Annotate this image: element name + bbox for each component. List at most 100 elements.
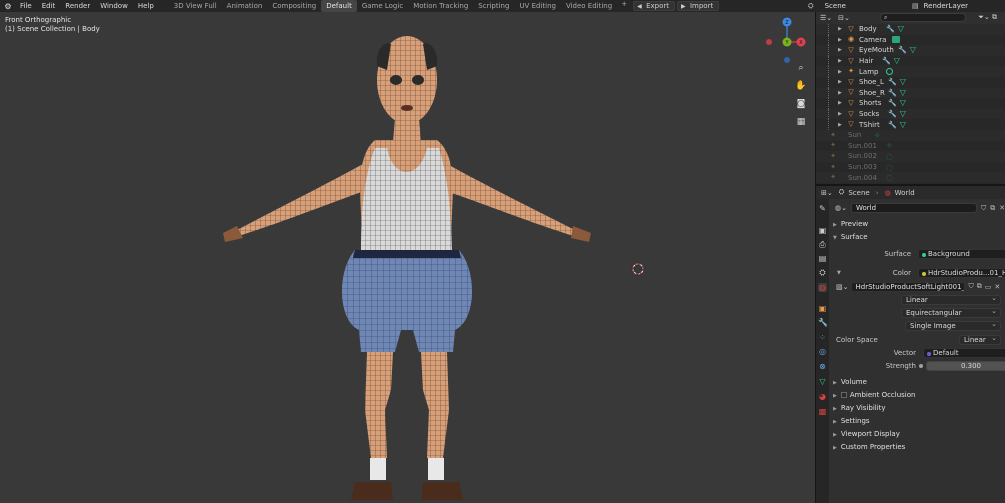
expand-arrow-icon[interactable]: ▶: [838, 100, 842, 106]
panel-ambient-occlusion[interactable]: ▶ Ambient Occlusion: [833, 390, 915, 401]
editor-type-icon[interactable]: ☰⌄: [820, 14, 832, 22]
tab-compositing[interactable]: Compositing: [267, 0, 321, 12]
outliner-item-hair[interactable]: ▶ ▽ Hair 🔧 ▽: [816, 55, 1005, 67]
ambient-occlusion-checkbox[interactable]: [840, 392, 847, 398]
outliner-item-shoe-r[interactable]: ▶ ▽ Shoe_R 🔧 ▽: [816, 87, 1005, 99]
tab-uv-editing[interactable]: UV Editing: [514, 0, 561, 12]
color-space-dropdown[interactable]: Linear: [959, 335, 1001, 345]
outliner-item-shoe-l[interactable]: ▶ ▽ Shoe_L 🔧 ▽: [816, 76, 1005, 88]
source-dropdown[interactable]: Single Image: [905, 321, 1001, 331]
expand-arrow-icon[interactable]: ▶: [838, 47, 842, 53]
particles-tab-icon[interactable]: ⁘: [818, 333, 827, 342]
expand-arrow-icon[interactable]: ▶: [838, 26, 842, 32]
menu-help[interactable]: Help: [133, 0, 159, 12]
outliner-item-sun-001[interactable]: ✦ Sun.001 ✧: [816, 141, 1005, 152]
constraints-tab-icon[interactable]: ⊗: [818, 362, 827, 371]
outliner-item-tshirt[interactable]: ▶ ▽ TShirt 🔧 ▽: [816, 119, 1005, 130]
color-texture-field[interactable]: HdrStudioProdu...01_HDR_4K.exr: [918, 268, 1005, 278]
outliner-item-sun-004[interactable]: ✦ Sun.004 ◌: [816, 172, 1005, 183]
object-tab-icon[interactable]: ▣: [818, 304, 827, 313]
unlink-icon[interactable]: ✕: [999, 204, 1005, 212]
import-button[interactable]: ▶ Import: [676, 1, 720, 11]
world-browse-icon[interactable]: ◍⌄: [835, 204, 847, 212]
panel-settings[interactable]: ▶ Settings: [833, 416, 870, 427]
tab-scripting[interactable]: Scripting: [473, 0, 514, 12]
navigation-gizmo[interactable]: Z X Y: [763, 16, 807, 64]
outliner-item-sun[interactable]: ✦ Sun ✧: [816, 129, 1005, 141]
panel-volume[interactable]: ▶ Volume: [833, 377, 867, 388]
view-layer-tab-icon[interactable]: ▤: [818, 254, 827, 263]
world-name-field[interactable]: World: [850, 203, 977, 213]
render-tab-icon[interactable]: ▣: [818, 226, 827, 235]
texture-tab-icon[interactable]: ▩: [818, 407, 827, 416]
expand-arrow-icon[interactable]: ▶: [838, 58, 842, 64]
3d-cursor-icon[interactable]: [631, 262, 645, 276]
grid-toggle-icon[interactable]: ▦: [795, 116, 807, 128]
surface-shader-field[interactable]: Background: [918, 249, 1005, 259]
expand-arrow-icon[interactable]: ▶: [838, 69, 842, 75]
vector-field[interactable]: Default: [923, 348, 1005, 358]
fake-user-icon[interactable]: ⛉: [981, 204, 986, 213]
outliner-item-sun-003[interactable]: ✦ Sun.003 ◌: [816, 162, 1005, 173]
tab-video-editing[interactable]: Video Editing: [561, 0, 617, 12]
camera-view-icon[interactable]: ◙: [795, 98, 807, 110]
image-browse-icon[interactable]: ▨⌄: [836, 283, 848, 291]
panel-viewport-display[interactable]: ▶ Viewport Display: [833, 429, 900, 440]
tool-tab-icon[interactable]: ✎: [818, 204, 827, 213]
strength-slider[interactable]: 0.300: [926, 361, 1005, 371]
panel-surface[interactable]: ▼ Surface: [833, 232, 868, 243]
menu-render[interactable]: Render: [60, 0, 95, 12]
outliner-item-socks[interactable]: ▶ ▽ Socks 🔧 ▽: [816, 108, 1005, 120]
color-expand-arrow-icon[interactable]: ▼: [837, 268, 841, 278]
tab-default[interactable]: Default: [321, 0, 357, 12]
expand-arrow-icon[interactable]: ▶: [838, 79, 842, 85]
pan-hand-icon[interactable]: ✋: [795, 80, 807, 92]
open-image-icon[interactable]: ▭: [985, 283, 992, 291]
outliner-item-camera[interactable]: ▶ ◉ Camera: [816, 34, 1005, 46]
menu-window[interactable]: Window: [95, 0, 133, 12]
panel-ray-visibility[interactable]: ▶ Ray Visibility: [833, 403, 886, 414]
scene-tab-icon[interactable]: ⛭: [818, 268, 827, 277]
menu-file[interactable]: File: [15, 0, 37, 12]
render-layer-selector[interactable]: ▤ RenderLayer: [912, 1, 1005, 11]
zoom-icon[interactable]: ⌕: [795, 62, 807, 74]
outliner-item-sun-002[interactable]: ✦ Sun.002 ◌: [816, 151, 1005, 162]
export-button[interactable]: ◀ Export: [633, 1, 675, 11]
expand-arrow-icon[interactable]: ▶: [838, 111, 842, 117]
image-name-field[interactable]: HdrStudioProductSoftLight001_HDR_4K...: [851, 281, 966, 292]
add-workspace-button[interactable]: +: [617, 0, 631, 12]
tab-game-logic[interactable]: Game Logic: [357, 0, 408, 12]
editor-type-icon[interactable]: ⊞⌄: [821, 189, 833, 197]
interpolation-dropdown[interactable]: Linear: [901, 295, 1001, 305]
expand-arrow-icon[interactable]: ▶: [838, 122, 842, 128]
expand-arrow-icon[interactable]: ▶: [838, 90, 842, 96]
new-image-icon[interactable]: ⧉: [977, 282, 982, 291]
character-wireframe-model[interactable]: [215, 30, 600, 503]
material-tab-icon[interactable]: ◕: [818, 392, 827, 401]
outliner-item-eyemouth[interactable]: ▶ ▽ EyeMouth 🔧 ▽: [816, 45, 1005, 56]
display-mode-icon[interactable]: ⊟⌄: [838, 14, 850, 22]
panel-custom-properties[interactable]: ▶ Custom Properties: [833, 442, 905, 453]
outliner-item-lamp[interactable]: ▶ ✦ Lamp: [816, 66, 1005, 77]
menu-edit[interactable]: Edit: [37, 0, 61, 12]
modifier-tab-icon[interactable]: 🔧: [818, 318, 828, 327]
filter-icon[interactable]: ⏷⌄ ⧉: [978, 13, 997, 22]
output-tab-icon[interactable]: ⎙: [818, 240, 827, 249]
copy-icon[interactable]: ⧉: [990, 204, 995, 213]
tab-3d-view-full[interactable]: 3D View Full: [169, 0, 222, 12]
tab-motion-tracking[interactable]: Motion Tracking: [408, 0, 473, 12]
panel-preview[interactable]: ▶ Preview: [833, 219, 868, 230]
physics-tab-icon[interactable]: ◎: [818, 347, 827, 356]
world-tab-icon[interactable]: ◍: [818, 283, 827, 292]
blender-logo-icon[interactable]: ⚙: [1, 2, 15, 11]
outliner-search-input[interactable]: ⌕: [880, 13, 966, 22]
scene-selector[interactable]: ⛭ Scene: [808, 1, 903, 11]
unlink-image-icon[interactable]: ✕: [994, 283, 1000, 291]
projection-dropdown[interactable]: Equirectangular: [901, 308, 1001, 318]
fake-user-icon[interactable]: ⛉: [968, 282, 973, 291]
outliner-item-body[interactable]: ▶ ▽ Body 🔧 ▽: [816, 24, 1005, 35]
data-tab-icon[interactable]: ▽: [818, 377, 827, 386]
expand-arrow-icon[interactable]: ▶: [838, 37, 842, 43]
3d-viewport[interactable]: Front Orthographic (1) Scene Collection …: [0, 12, 815, 503]
tab-animation[interactable]: Animation: [222, 0, 268, 12]
